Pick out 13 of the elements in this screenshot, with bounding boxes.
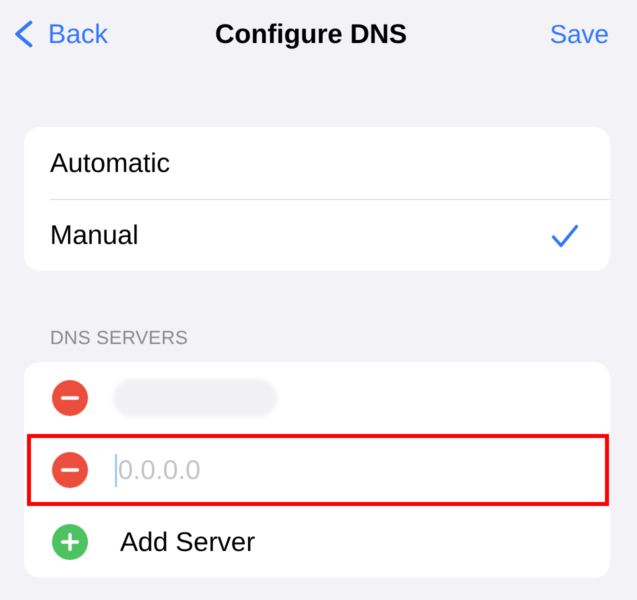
checkmark-icon <box>551 224 579 248</box>
dns-mode-option[interactable]: Automatic <box>24 127 610 199</box>
screen-title: Configure DNS <box>215 18 407 50</box>
add-server-button[interactable]: Add Server <box>24 506 610 578</box>
remove-minus-icon[interactable] <box>52 380 88 416</box>
back-chevron-icon <box>13 20 34 48</box>
remove-minus-icon[interactable] <box>52 452 88 488</box>
dns-mode-option[interactable]: Manual <box>24 200 610 271</box>
ip-address-field[interactable]: 0.0.0.0 <box>117 454 590 486</box>
save-button[interactable]: Save <box>550 18 609 50</box>
section-header: DNS SERVERS <box>50 327 188 351</box>
back-button[interactable]: Back <box>13 18 108 50</box>
plus-circle-icon <box>52 524 88 560</box>
